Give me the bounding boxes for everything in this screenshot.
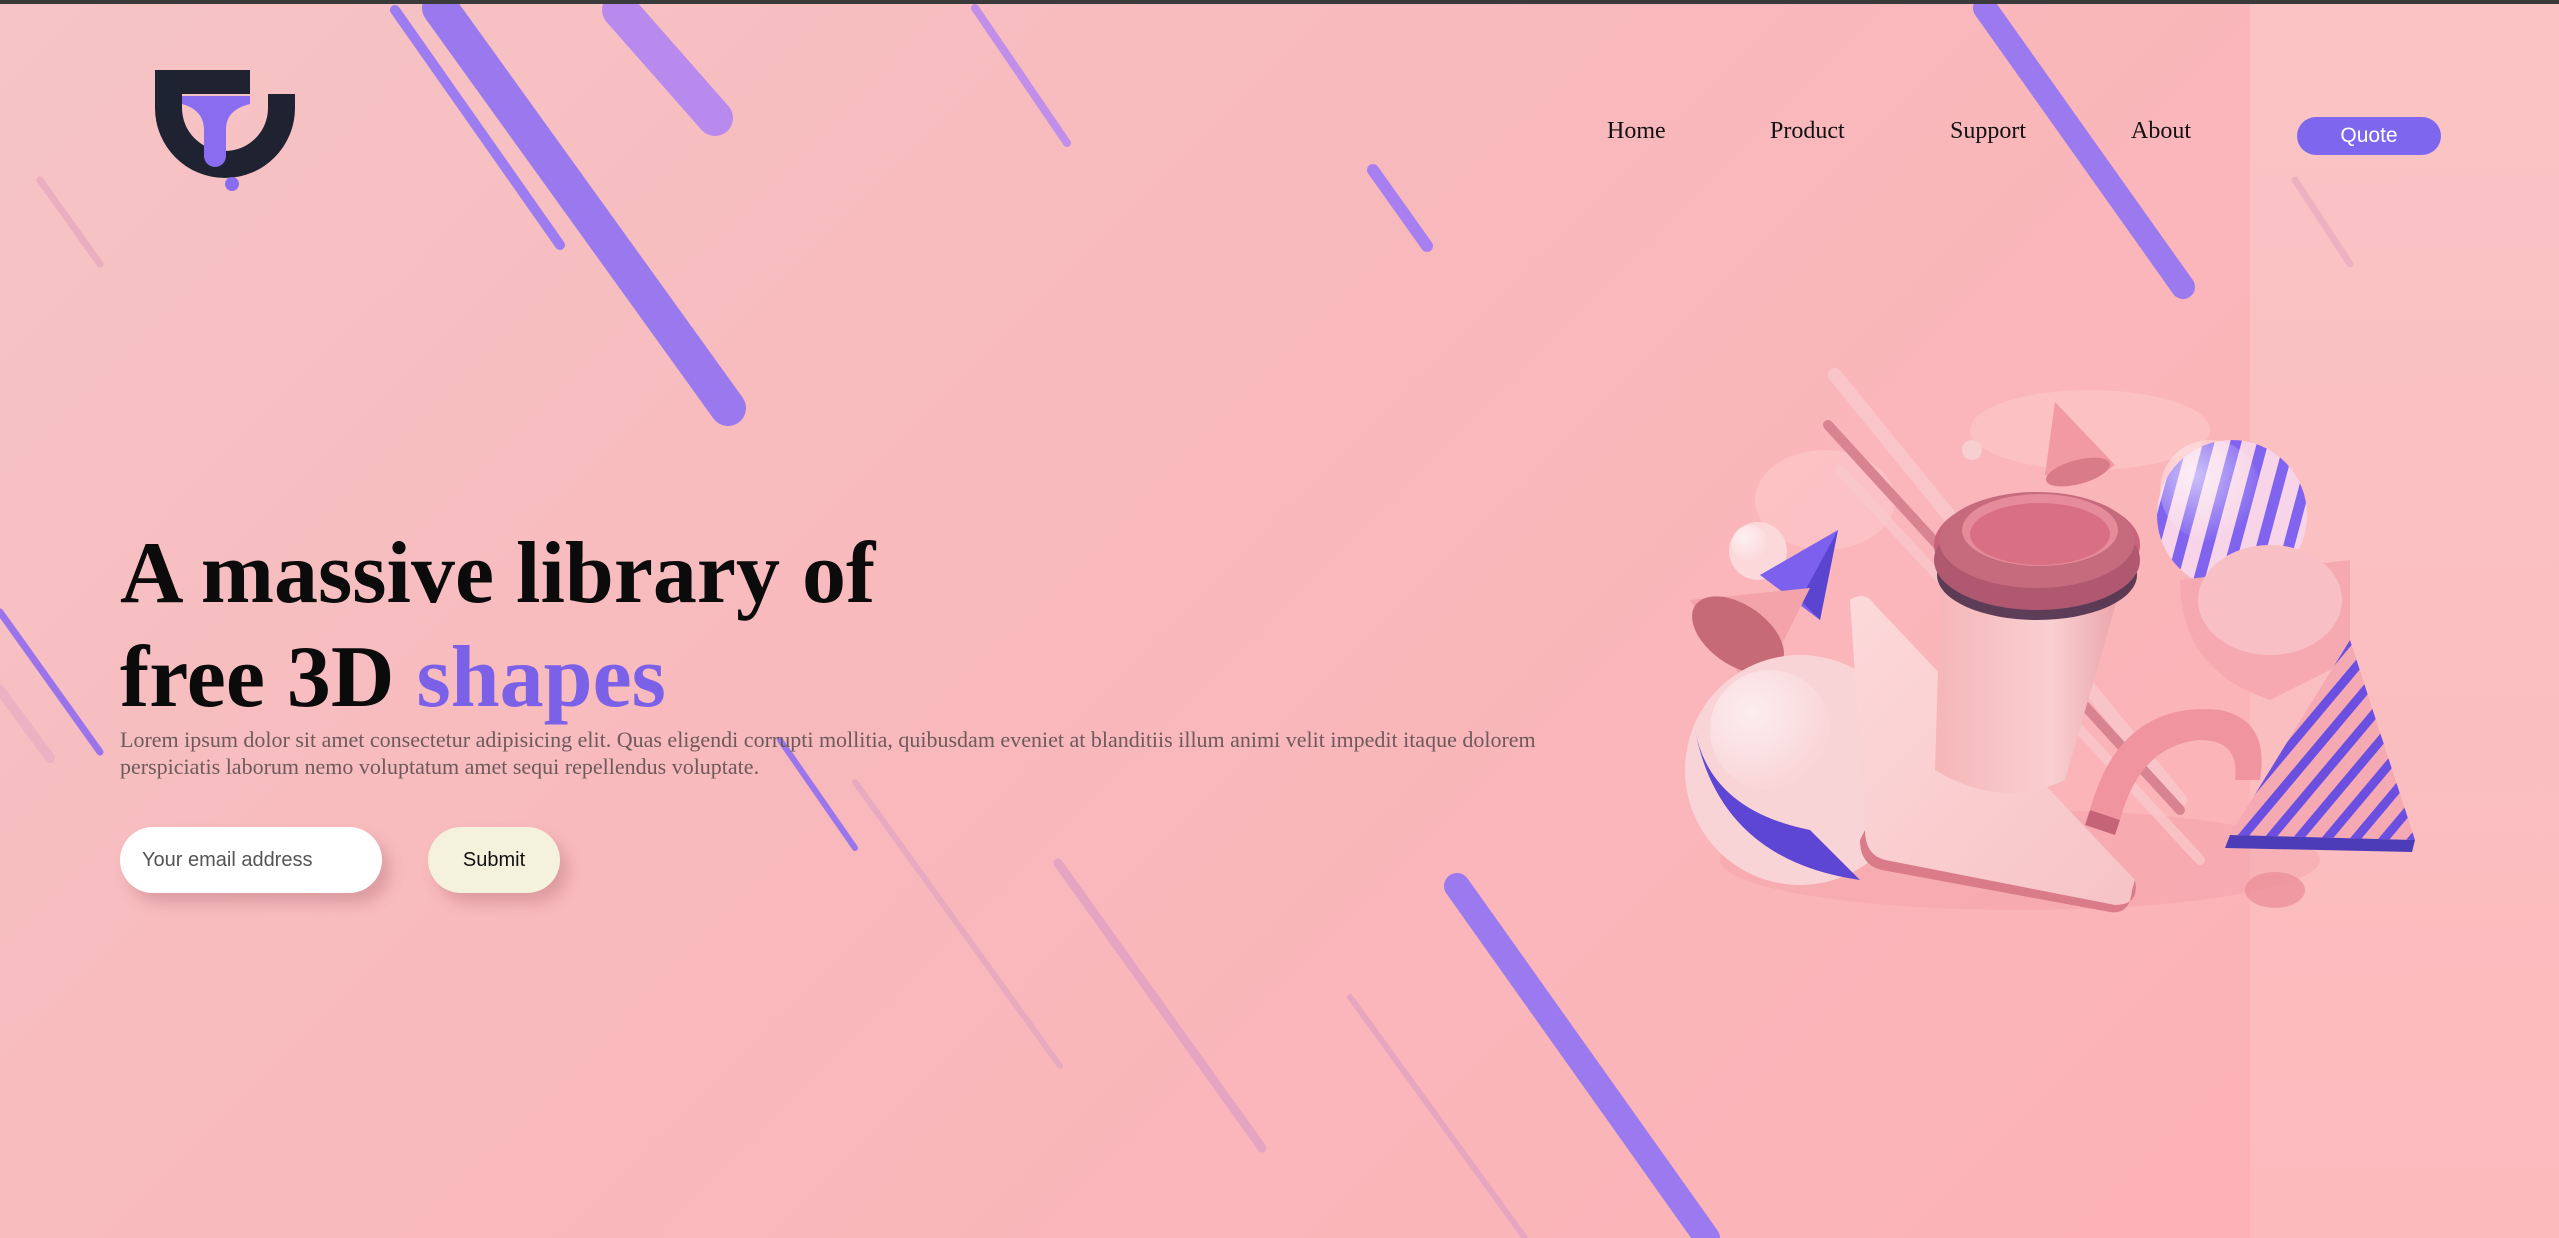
stripe (0, 608, 104, 756)
small-sphere (1962, 440, 1982, 460)
nav-link-support[interactable]: Support (1950, 118, 2026, 145)
hero-headline: A massive library of free 3D shapes (120, 522, 875, 730)
stripe (602, 0, 733, 136)
hero-description: Lorem ipsum dolor sit amet consectetur a… (120, 727, 1536, 779)
stripe (1367, 164, 1433, 252)
headline-line-1: A massive library of (120, 525, 876, 622)
nav-link-product[interactable]: Product (1770, 118, 1845, 145)
nav-link-about[interactable]: About (2131, 118, 2191, 145)
stripe (852, 779, 1063, 1069)
submit-button[interactable]: Submit (428, 827, 560, 893)
stripe (36, 176, 104, 268)
shapes-illustration (1685, 368, 2415, 913)
email-input[interactable] (120, 827, 382, 893)
main-nav: Home Product Support About (0, 118, 2559, 158)
window-top-border (0, 0, 2559, 4)
stripe (0, 685, 55, 763)
headline-line-2: free 3D (120, 629, 417, 726)
stripe (2291, 176, 2354, 268)
quote-button[interactable]: Quote (2297, 117, 2441, 155)
stripe (1347, 994, 1528, 1238)
nav-link-home[interactable]: Home (1607, 118, 1666, 145)
headline-accent-word: shapes (416, 629, 666, 726)
stripe (1053, 858, 1267, 1153)
